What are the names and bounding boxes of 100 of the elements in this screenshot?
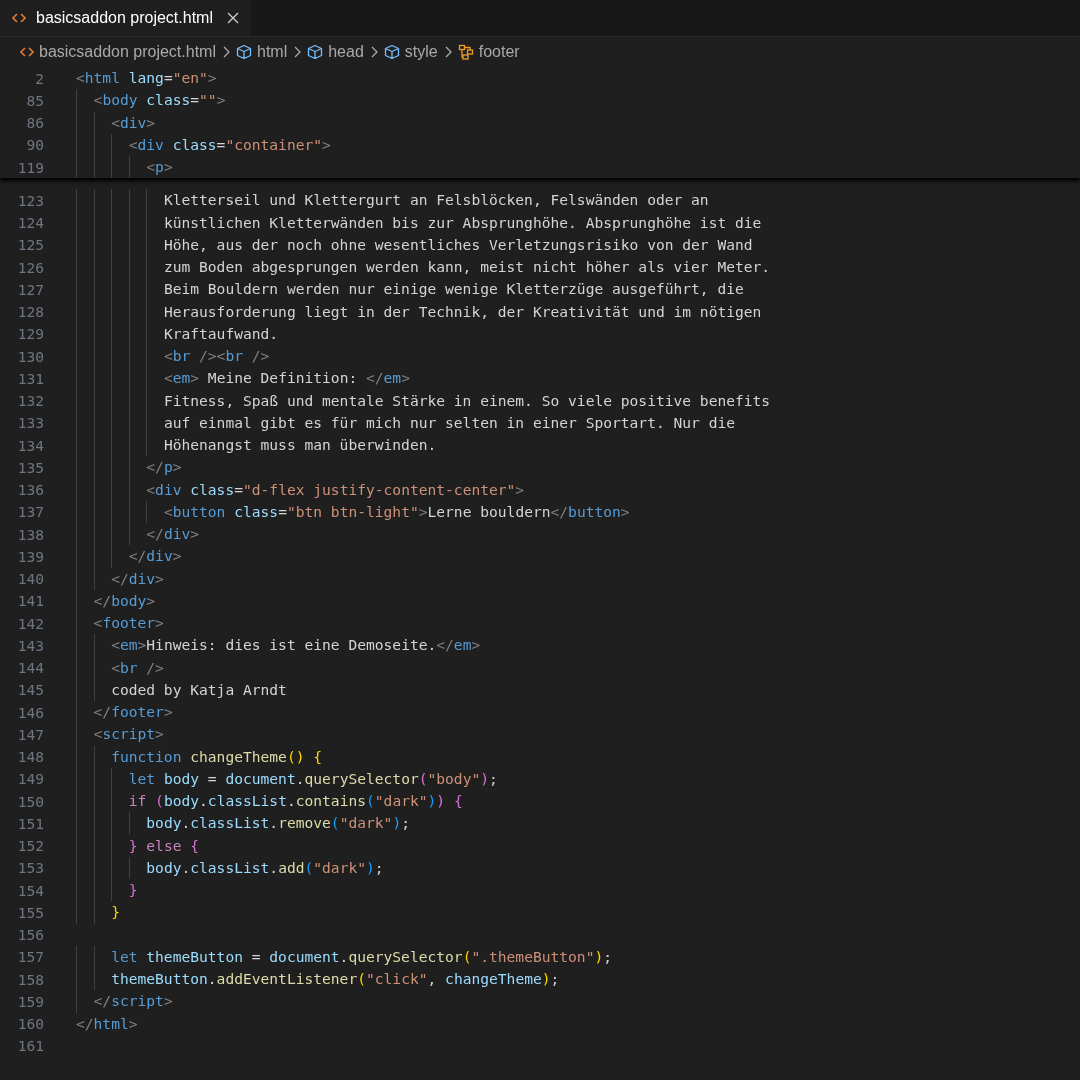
cube-icon	[236, 44, 252, 60]
code-line: </div>	[76, 545, 182, 568]
cube-icon	[307, 44, 324, 60]
breadcrumb-item[interactable]: basicsaddon project.html	[20, 43, 216, 61]
code-line: <footer>	[76, 612, 164, 635]
code-line: }	[76, 879, 138, 902]
line-number: 147	[16, 725, 44, 743]
code-line: let themeButton = document.querySelector(".themeButton");	[76, 945, 613, 968]
line-number: 152	[16, 837, 44, 855]
line-number: 133	[16, 414, 44, 432]
code-line: <em>Hinweis: dies ist eine Demoseite.</em>	[76, 634, 481, 657]
line-number: 127	[16, 280, 44, 298]
line-number: 141	[16, 592, 44, 610]
line-number: 126	[16, 258, 44, 276]
line-number: 157	[16, 948, 44, 966]
line-number: 150	[16, 792, 44, 810]
chevron-icon	[369, 46, 378, 58]
code-line: </html>	[76, 1013, 138, 1034]
code-line: themeButton.addEventListener("click", changeTheme);	[76, 968, 560, 991]
close-icon	[227, 12, 239, 24]
line-number: 137	[16, 503, 44, 521]
line-number: 135	[16, 458, 44, 476]
code-line: <body class="">	[76, 89, 226, 112]
line-number: 125	[16, 236, 44, 254]
editor-tab[interactable]: basicsaddon project.html	[0, 0, 251, 36]
code-line: <br />	[76, 656, 164, 679]
code-line: <em> Meine Definition: </em>	[76, 367, 410, 390]
code-line: </p>	[76, 456, 182, 479]
code-line: body.classList.add("dark");	[76, 856, 384, 879]
code-line: Höhe, aus der noch ohne wesentliches Verletzungsrisiko von der Wand	[76, 233, 753, 256]
line-number: 139	[16, 547, 44, 565]
line-number: 146	[16, 703, 44, 721]
line-number: 86	[25, 114, 44, 132]
line-number: 140	[16, 570, 44, 588]
line-number: 131	[16, 369, 44, 387]
breadcrumb-item[interactable]: head	[307, 43, 364, 61]
code-line: <div class="d-flex justify-content-center">	[76, 478, 525, 501]
code-line: Herausforderung liegt in der Technik, der Kreativität und im nötigen	[76, 300, 762, 323]
line-number: 136	[16, 481, 44, 499]
structure-icon	[457, 44, 474, 60]
code-line: coded by Katja Arndt	[76, 678, 287, 701]
line-number: 124	[16, 214, 44, 232]
cube-icon	[383, 44, 400, 60]
code-line: let body = document.querySelector("body");	[76, 767, 498, 790]
line-number: 154	[16, 881, 44, 899]
code-line: Kletterseil und Klettergurt an Felsblöcken, Felswänden oder an	[76, 189, 709, 212]
code-line: <p>	[76, 156, 173, 179]
code-line: } else {	[76, 834, 200, 857]
line-number: 134	[16, 436, 44, 454]
code-line: Kraftaufwand.	[76, 322, 279, 345]
line-number: 143	[16, 636, 44, 654]
line-number: 2	[34, 69, 44, 87]
line-number: 142	[16, 614, 44, 632]
line-number: 90	[25, 136, 44, 154]
line-number: 85	[25, 91, 44, 109]
code-line: Beim Bouldern werden nur einige wenige Kletterzüge ausgeführt, die	[76, 278, 744, 301]
breadcrumb-item[interactable]: style	[383, 43, 438, 61]
code-icon	[20, 46, 34, 58]
code-line: }	[76, 901, 120, 924]
line-number: 160	[16, 1015, 44, 1033]
line-number: 145	[16, 681, 44, 699]
code-line: </script>	[76, 990, 173, 1013]
line-number: 153	[16, 859, 44, 877]
line-number: 148	[16, 748, 44, 766]
code-line: <html lang="en">	[76, 68, 217, 88]
code-line: auf einmal gibt es für mich nur selten in einer Sportart. Nur die	[76, 411, 735, 434]
line-number: 128	[16, 303, 44, 321]
code-line: zum Boden abgesprungen werden kann, meist nicht höher als vier Meter.	[76, 256, 771, 279]
line-number: 130	[16, 347, 44, 365]
code-line: </body>	[76, 589, 156, 612]
line-number: 149	[16, 770, 44, 788]
code-line: <br /><br />	[76, 345, 270, 368]
code-line: function changeTheme() {	[76, 745, 323, 768]
code-line: Fitness, Spaß und mentale Stärke in einem. So viele positive benefits	[76, 389, 771, 412]
line-number: 144	[16, 659, 44, 677]
code-line: <script>	[76, 723, 164, 746]
line-number: 129	[16, 325, 44, 343]
line-number: 138	[16, 525, 44, 543]
code-line: </div>	[76, 523, 200, 546]
code-line: body.classList.remove("dark");	[76, 812, 410, 835]
code-line: <div>	[76, 111, 156, 134]
code-icon	[12, 12, 26, 24]
code-line: <button class="btn btn-light">Lerne bouldern</button>	[76, 500, 630, 523]
line-number: 156	[16, 926, 44, 944]
code-line: if (body.classList.contains("dark")) {	[76, 790, 463, 813]
line-number: 155	[16, 903, 44, 921]
code-line: Höhenangst muss man überwinden.	[76, 434, 437, 457]
code-line: <div class="container">	[76, 133, 331, 156]
line-number: 161	[16, 1037, 44, 1055]
line-number: 151	[16, 814, 44, 832]
line-number: 119	[16, 158, 44, 176]
breadcrumb-item[interactable]: footer	[457, 43, 520, 61]
chevron-icon	[293, 46, 302, 58]
chevron-icon	[222, 46, 230, 58]
chevron-icon	[443, 46, 452, 58]
code-line: </div>	[76, 567, 164, 590]
line-number: 159	[16, 992, 44, 1010]
line-number: 158	[16, 970, 44, 988]
line-number: 132	[16, 392, 44, 410]
breadcrumb-item[interactable]: html	[236, 43, 288, 61]
